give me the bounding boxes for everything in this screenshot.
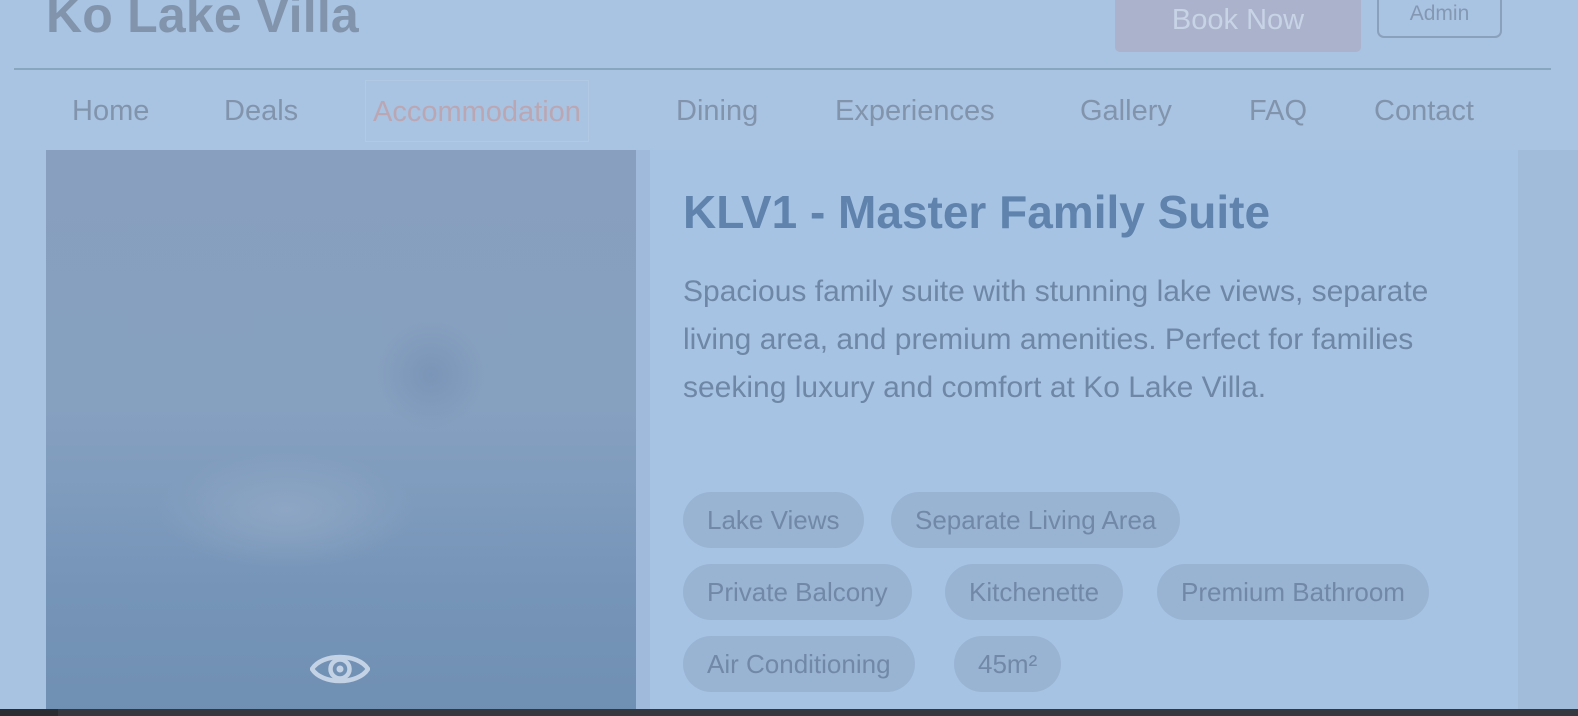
header-divider (14, 68, 1551, 70)
book-now-button[interactable]: Book Now (1115, 0, 1361, 52)
nav-item-faq[interactable]: FAQ (1249, 80, 1307, 142)
nav-item-home[interactable]: Home (72, 80, 149, 142)
nav-item-accommodation[interactable]: Accommodation (365, 80, 589, 142)
nav-item-dining[interactable]: Dining (676, 80, 758, 142)
amenity-tag: Air Conditioning (683, 636, 915, 692)
amenity-tag: Lake Views (683, 492, 864, 548)
room-description: Spacious family suite with stunning lake… (683, 275, 1429, 404)
page: Ko Lake Villa Book Now Admin Home Deals … (0, 0, 1578, 716)
amenity-tag: Private Balcony (683, 564, 912, 620)
amenity-tag: Kitchenette (945, 564, 1124, 620)
amenity-tag: 45m² (954, 636, 1062, 692)
eye-icon[interactable] (310, 647, 370, 691)
main-nav: Home Deals Accommodation Dining Experien… (0, 80, 1578, 142)
amenity-tag: Separate Living Area (891, 492, 1181, 548)
bottom-bar-segment (0, 709, 58, 716)
image-blur-shape (376, 320, 486, 430)
room-title: KLV1 - Master Family Suite (683, 186, 1271, 238)
room-image[interactable] (46, 150, 636, 716)
nav-item-experiences[interactable]: Experiences (835, 80, 995, 142)
amenity-tag: Premium Bathroom (1157, 564, 1429, 620)
nav-item-deals[interactable]: Deals (224, 80, 298, 142)
card-edge (1518, 150, 1578, 716)
site-header: Ko Lake Villa Book Now Admin Home Deals … (0, 0, 1578, 150)
admin-button[interactable]: Admin (1377, 0, 1502, 38)
nav-item-contact[interactable]: Contact (1374, 80, 1474, 142)
image-gutter (636, 150, 650, 716)
image-blur-shape (156, 450, 416, 570)
nav-item-gallery[interactable]: Gallery (1080, 80, 1172, 142)
bottom-bar (0, 709, 1578, 716)
site-logo[interactable]: Ko Lake Villa (46, 0, 359, 44)
